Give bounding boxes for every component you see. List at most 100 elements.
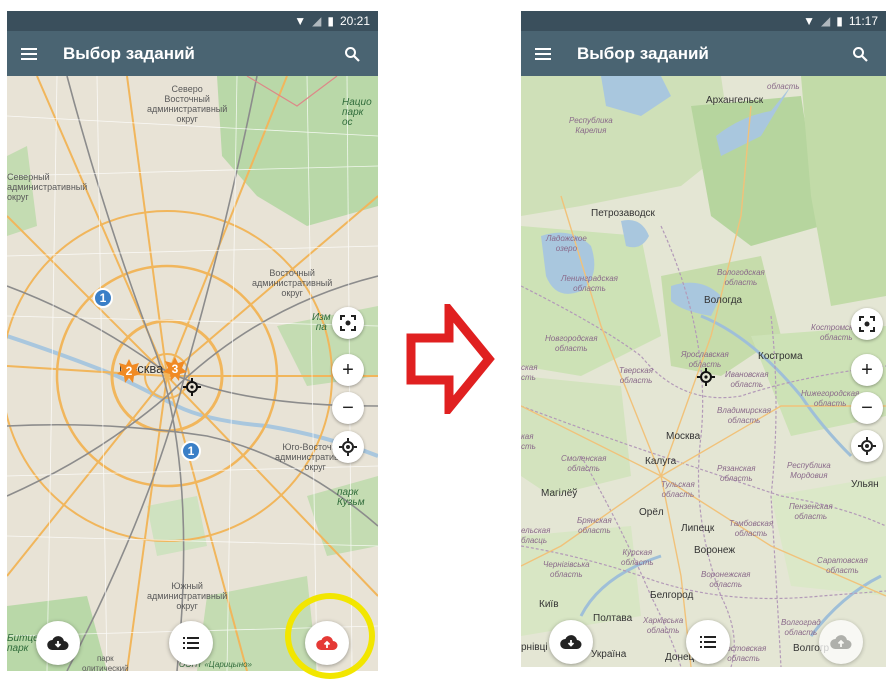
- cloud-download-icon: [47, 636, 69, 650]
- task-marker[interactable]: 1: [93, 288, 113, 308]
- gps-icon: [858, 437, 876, 455]
- label-voronezh-obl: Воронежская область: [701, 570, 751, 589]
- label-tambov-obl: Тамбовская область: [729, 519, 774, 538]
- label-izmaylovsky: Изм па: [312, 312, 331, 333]
- download-button[interactable]: [36, 621, 80, 665]
- status-bar: ▼ ◢ ▮ 11:17: [521, 11, 886, 31]
- label-ulyan: Ульян: [851, 479, 879, 490]
- battery-icon: ▮: [327, 14, 334, 28]
- cluster-count: 2: [125, 364, 133, 378]
- task-list-button[interactable]: [686, 620, 730, 664]
- label-penza-obl: Пензенская область: [789, 502, 833, 521]
- app-toolbar: Выбор заданий: [521, 31, 886, 76]
- label-kuzminki-park: парк Кузьм: [337, 487, 365, 508]
- label-ryazan-obl: Рязанская область: [717, 464, 756, 483]
- map-view[interactable]: Северо Восточный административный округ Нац…: [7, 76, 378, 671]
- label-poltava: Полтава: [593, 613, 633, 624]
- battery-icon: ▮: [836, 14, 843, 28]
- status-time: 11:17: [848, 14, 878, 28]
- label-park-bottom: парк олитический: [82, 654, 129, 671]
- search-button[interactable]: [842, 31, 878, 76]
- label-mogilev: Магілёў: [541, 488, 578, 499]
- cloud-download-icon: [560, 635, 582, 649]
- signal-icon: ◢: [312, 14, 322, 28]
- task-marker[interactable]: 1: [181, 441, 201, 461]
- label-oryol: Орёл: [639, 507, 664, 518]
- label-arkhangelsk: Архангельск: [706, 95, 764, 106]
- page-title: Выбор заданий: [63, 43, 195, 63]
- label-vologda-obl: Вологодская область: [717, 268, 765, 287]
- label-tver-obl: Тверская область: [619, 366, 654, 385]
- label-lipetsk: Липецк: [681, 523, 715, 534]
- label-saratov-obl: Саратовская область: [817, 556, 868, 575]
- signal-icon: ◢: [821, 14, 831, 28]
- search-icon: [345, 46, 360, 62]
- label-kaya: кая сть: [521, 432, 536, 451]
- search-button[interactable]: [334, 31, 370, 76]
- my-location-button[interactable]: [851, 430, 883, 462]
- map-view[interactable]: область Архангельск Республика Карелия Пе…: [521, 76, 886, 667]
- label-kursk-obl: Курская область: [621, 548, 654, 567]
- label-north-east-district: Северо Восточный административный округ: [147, 84, 228, 124]
- label-south-district: Южный административный округ: [147, 581, 228, 611]
- label-novgorod-obl: Новгородская область: [545, 334, 598, 353]
- zoom-out-button[interactable]: −: [851, 392, 883, 424]
- plus-icon: +: [342, 358, 354, 381]
- zoom-in-button[interactable]: +: [332, 354, 364, 386]
- label-pskov-obl: ская сть: [521, 363, 538, 382]
- zoom-in-button[interactable]: +: [851, 354, 883, 386]
- fit-bounds-button[interactable]: [332, 307, 364, 339]
- download-button[interactable]: [549, 620, 593, 664]
- cloud-upload-icon: [830, 635, 852, 649]
- task-cluster-marker[interactable]: 2: [117, 359, 141, 383]
- fit-bounds-icon: [859, 316, 875, 332]
- label-ternivka: рнівці: [521, 642, 548, 653]
- search-icon: [853, 46, 868, 62]
- fit-bounds-icon: [340, 315, 356, 331]
- my-location-crosshair-icon: [183, 378, 201, 396]
- label-ladoga: Ладожское озеро: [546, 234, 587, 253]
- highlight-circle: [285, 593, 375, 679]
- label-kharkiv-obl: Харківська область: [643, 616, 684, 635]
- label-vladimir-obl: Владимирская область: [717, 406, 772, 425]
- label-east-district: Восточный административный округ: [252, 268, 333, 298]
- label-voronezh: Воронеж: [694, 545, 736, 556]
- label-belarus-region: ельская бласць: [521, 526, 551, 545]
- label-ukraine: Україна: [591, 649, 627, 660]
- label-yaroslavl-obl: Ярославская область: [681, 350, 729, 369]
- fit-bounds-button[interactable]: [851, 308, 883, 340]
- label-volgograd-obl: Волгоград область: [781, 618, 821, 637]
- label-karelia: Республика Карелия: [569, 116, 613, 135]
- label-oblast-top: область: [767, 82, 800, 91]
- list-icon: [700, 636, 716, 648]
- page-title: Выбор заданий: [577, 43, 709, 63]
- task-list-button[interactable]: [169, 621, 213, 665]
- wifi-icon: ▼: [294, 14, 307, 28]
- zoom-out-button[interactable]: −: [332, 392, 364, 424]
- plus-icon: +: [861, 358, 873, 381]
- right-phone-screen: область Архангельск Республика Карелия Пе…: [521, 11, 886, 667]
- label-belgorod: Белгород: [650, 590, 694, 601]
- label-national-park: Нацио парк ос: [342, 97, 372, 128]
- label-tula-obl: Тульская область: [661, 480, 695, 499]
- label-petrozavodsk: Петрозаводск: [591, 208, 655, 219]
- label-bryansk-obl: Брянская область: [577, 516, 612, 535]
- label-leningrad-obl: Ленинградская область: [561, 274, 618, 293]
- upload-button[interactable]: [819, 620, 863, 664]
- label-smolensk-obl: Смоленская область: [561, 454, 607, 473]
- label-vologda: Вологда: [704, 295, 743, 306]
- menu-button[interactable]: [7, 31, 51, 76]
- my-location-button[interactable]: [332, 431, 364, 463]
- label-north-district: Северный административный округ: [7, 172, 88, 202]
- menu-button[interactable]: [521, 31, 565, 76]
- label-kostroma: Кострома: [758, 351, 803, 362]
- label-ivanovo-obl: Ивановская область: [725, 370, 769, 389]
- hamburger-menu-icon: [21, 47, 37, 60]
- hamburger-menu-icon: [535, 47, 551, 60]
- right-arrow-icon: [406, 304, 495, 414]
- label-moscow-r: Москва: [666, 431, 701, 442]
- status-time: 20:21: [339, 14, 370, 28]
- minus-icon: −: [861, 396, 873, 419]
- status-bar: ▼ ◢ ▮ 20:21: [7, 11, 378, 31]
- label-chernihiv-obl: Чернігівська область: [543, 560, 590, 579]
